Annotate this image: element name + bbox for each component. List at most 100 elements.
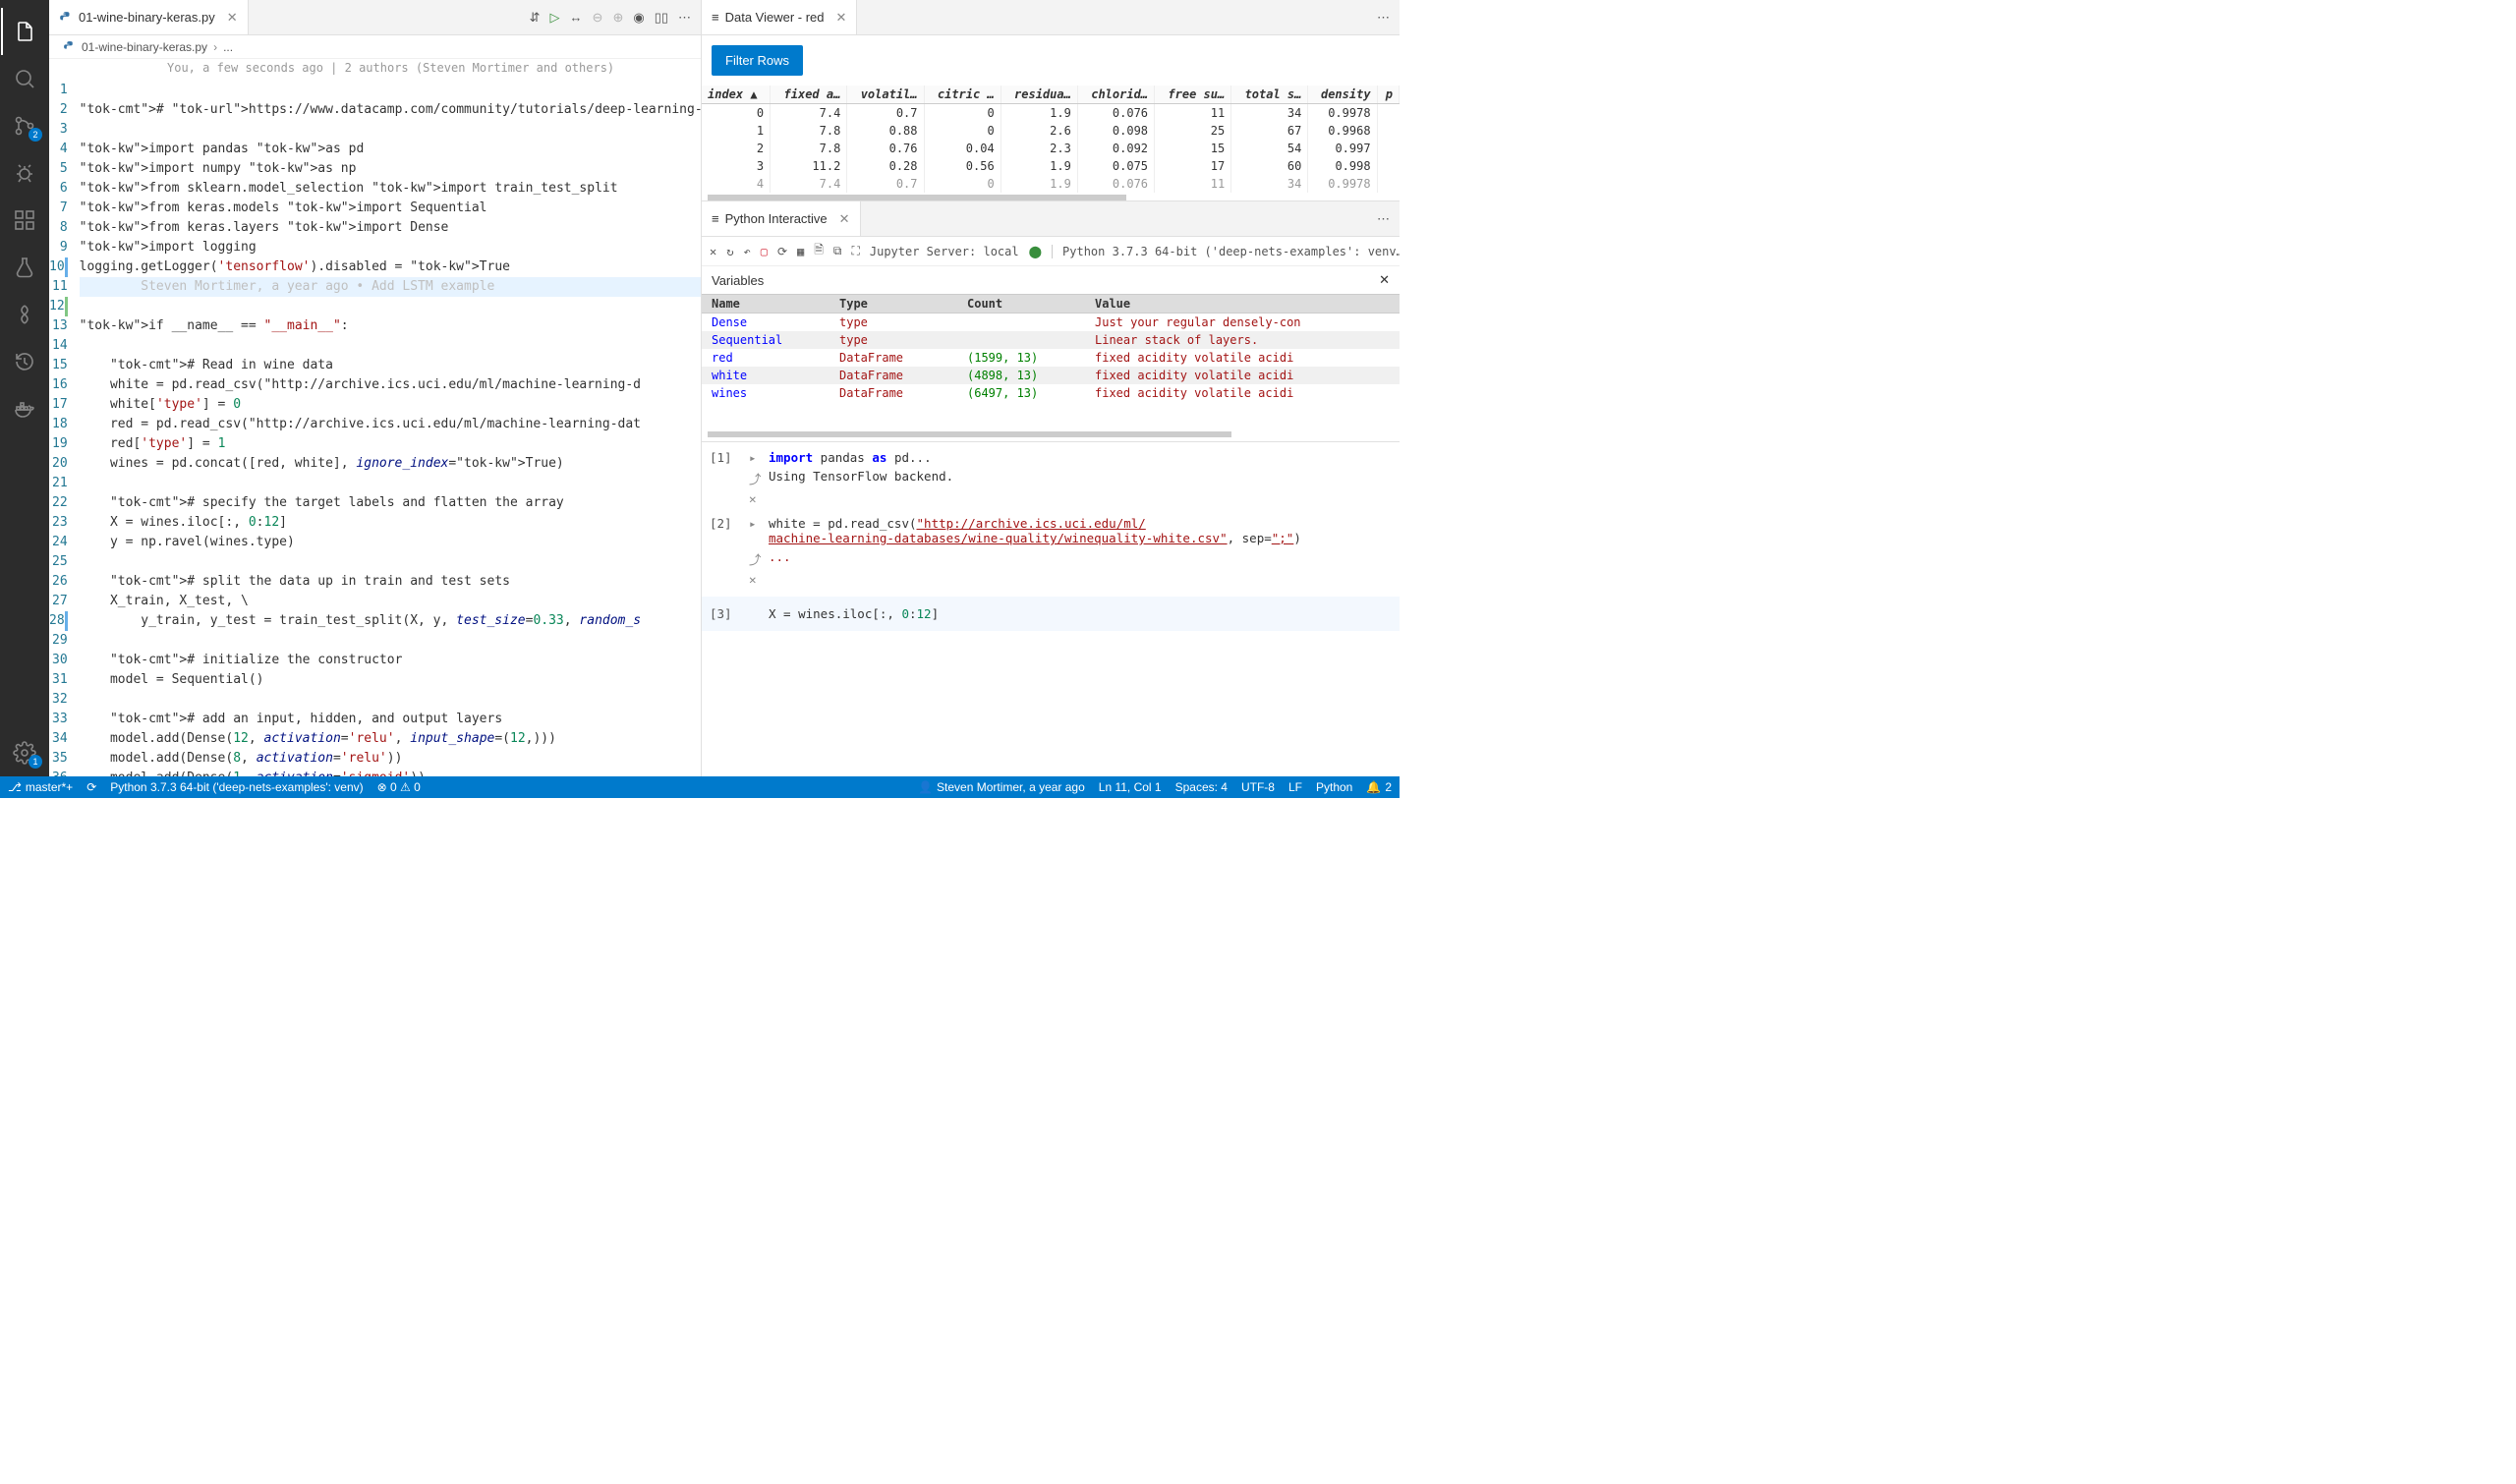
interactive-toolbar: ✕ ↻ ↶ ▢ ⟳ ▦ 🗎 ⧉ ⛶ Jupyter Server: local …: [702, 237, 1400, 266]
data-table[interactable]: index ▲fixed a…volatil…citric …residua…c…: [702, 86, 1400, 193]
search-icon[interactable]: [1, 55, 48, 102]
column-header[interactable]: residua…: [1001, 86, 1077, 104]
table-row[interactable]: 17.80.8802.60.09825670.9968: [702, 122, 1400, 140]
stop-icon[interactable]: ▢: [761, 245, 768, 258]
branch-icon: ⎇: [8, 780, 22, 794]
more-icon[interactable]: ⋯: [1367, 211, 1400, 227]
table-row[interactable]: 311.20.280.561.90.07517600.998: [702, 157, 1400, 175]
cell[interactable]: [1] ▸ import pandas as pd...: [702, 448, 1400, 467]
kernel-label[interactable]: Python 3.7.3 64-bit ('deep-nets-examples…: [1062, 245, 1400, 258]
test-icon[interactable]: [1, 244, 48, 291]
eol-item[interactable]: LF: [1288, 780, 1302, 794]
more-icon[interactable]: ⋯: [678, 10, 691, 26]
column-header[interactable]: p: [1377, 86, 1399, 104]
variable-row[interactable]: DensetypeJust your regular densely-con: [702, 314, 1400, 331]
column-header[interactable]: index ▲: [702, 86, 771, 104]
branch-item[interactable]: ⎇ master*+: [8, 780, 73, 794]
line-gutter: 1234567891011121314151617181920212223242…: [49, 81, 80, 776]
horizontal-scrollbar[interactable]: [708, 195, 1126, 200]
bell-icon: 🔔: [1366, 780, 1381, 794]
variable-row[interactable]: redDataFrame(1599, 13)fixed acidity vola…: [702, 349, 1400, 367]
column-header[interactable]: density: [1308, 86, 1377, 104]
close-icon[interactable]: ✕: [227, 10, 238, 26]
expand-icon[interactable]: ▸: [749, 516, 769, 531]
scm-icon[interactable]: 2: [1, 102, 48, 149]
table-row[interactable]: 27.80.760.042.30.09215540.997: [702, 140, 1400, 157]
horizontal-scrollbar[interactable]: [708, 431, 1231, 437]
table-header[interactable]: index ▲fixed a…volatil…citric …residua…c…: [702, 86, 1400, 104]
variable-row[interactable]: winesDataFrame(6497, 13)fixed acidity vo…: [702, 384, 1400, 402]
run-icon[interactable]: ▷: [550, 10, 560, 26]
close-icon[interactable]: ✕: [839, 211, 850, 227]
data-viewer-tabs: ≡ Data Viewer - red ✕ ⋯: [702, 0, 1400, 35]
expand-icon[interactable]: ▸: [749, 450, 769, 465]
variable-row[interactable]: SequentialtypeLinear stack of layers.: [702, 331, 1400, 349]
column-header[interactable]: free su…: [1155, 86, 1231, 104]
goto-icon[interactable]: ⤴: [749, 549, 769, 568]
history-icon[interactable]: [1, 338, 48, 385]
filter-rows-button[interactable]: Filter Rows: [712, 45, 803, 76]
go-back-icon[interactable]: ↔: [570, 10, 583, 25]
code-editor[interactable]: 1234567891011121314151617181920212223242…: [49, 81, 701, 776]
jupyter-server-label[interactable]: Jupyter Server: local: [870, 245, 1019, 258]
run-above-icon[interactable]: ⊖: [593, 10, 603, 26]
cell-output: ⤴ ✕ ...: [702, 547, 1400, 589]
encoding-item[interactable]: UTF-8: [1241, 780, 1275, 794]
close-icon[interactable]: ✕: [1379, 272, 1390, 288]
python-env-item[interactable]: Python 3.7.3 64-bit ('deep-nets-examples…: [110, 780, 363, 794]
input-cell[interactable]: [3] X = wines.iloc[:, 0:12]: [702, 597, 1400, 631]
data-viewer-tab-label: Data Viewer - red: [725, 10, 825, 25]
save-icon[interactable]: 🗎: [814, 241, 824, 261]
problems-item[interactable]: ⊗ 0 ⚠ 0: [377, 780, 421, 794]
data-viewer-tab[interactable]: ≡ Data Viewer - red ✕: [702, 0, 857, 34]
delete-icon[interactable]: ✕: [749, 572, 769, 587]
extensions-icon[interactable]: [1, 197, 48, 244]
language-item[interactable]: Python: [1316, 780, 1352, 794]
blame-item[interactable]: 👤 Steven Mortimer, a year ago: [918, 780, 1085, 794]
export-icon[interactable]: ⧉: [833, 244, 842, 258]
settings-icon[interactable]: 1: [1, 729, 48, 776]
col-name[interactable]: Name: [712, 297, 839, 311]
right-pane: ≡ Data Viewer - red ✕ ⋯ Filter Rows inde…: [702, 0, 1400, 776]
column-header[interactable]: chlorid…: [1077, 86, 1154, 104]
editor-tab[interactable]: 01-wine-binary-keras.py ✕: [49, 0, 249, 34]
cancel-icon[interactable]: ✕: [710, 245, 716, 258]
table-row[interactable]: 47.40.701.90.07611340.9978: [702, 175, 1400, 193]
rerun-icon[interactable]: ↻: [726, 245, 733, 258]
goto-icon[interactable]: ⤴: [749, 469, 769, 487]
env-icon[interactable]: [1, 291, 48, 338]
spaces-item[interactable]: Spaces: 4: [1175, 780, 1228, 794]
column-header[interactable]: volatil…: [847, 86, 924, 104]
cell[interactable]: [2] ▸ white = pd.read_csv("http://archiv…: [702, 514, 1400, 547]
variables-icon[interactable]: ▦: [797, 245, 804, 258]
debug-icon[interactable]: [1, 149, 48, 197]
col-value[interactable]: Value: [1095, 297, 1390, 311]
col-type[interactable]: Type: [839, 297, 967, 311]
breadcrumb[interactable]: 01-wine-binary-keras.py › ...: [49, 35, 701, 59]
cursor-pos-item[interactable]: Ln 11, Col 1: [1099, 780, 1162, 794]
expand-icon[interactable]: ⛶: [851, 244, 859, 258]
delete-icon[interactable]: ✕: [749, 491, 769, 506]
undo-icon[interactable]: ↶: [743, 245, 750, 258]
explorer-icon[interactable]: [1, 8, 48, 55]
cell-prompt: [1]: [710, 450, 749, 465]
column-header[interactable]: citric …: [924, 86, 1001, 104]
restart-icon[interactable]: ⟳: [777, 245, 787, 258]
column-header[interactable]: total s…: [1231, 86, 1308, 104]
close-icon[interactable]: ✕: [836, 10, 847, 26]
python-interactive-tab[interactable]: ≡ Python Interactive ✕: [702, 201, 861, 236]
scm-badge: 2: [29, 128, 42, 142]
compare-icon[interactable]: ⇵: [530, 10, 541, 26]
variable-row[interactable]: whiteDataFrame(4898, 13)fixed acidity vo…: [702, 367, 1400, 384]
col-count[interactable]: Count: [967, 297, 1095, 311]
cell-prompt: [2]: [710, 516, 749, 545]
more-icon[interactable]: ⋯: [1367, 10, 1400, 26]
notifications-item[interactable]: 🔔 2: [1366, 780, 1392, 794]
docker-icon[interactable]: [1, 385, 48, 432]
table-row[interactable]: 07.40.701.90.07611340.9978: [702, 104, 1400, 123]
column-header[interactable]: fixed a…: [771, 86, 847, 104]
run-below-icon[interactable]: ⊕: [612, 10, 623, 26]
restart-icon[interactable]: ◉: [633, 10, 644, 26]
split-icon[interactable]: ▯▯: [655, 10, 668, 26]
sync-icon[interactable]: ⟳: [86, 780, 96, 794]
